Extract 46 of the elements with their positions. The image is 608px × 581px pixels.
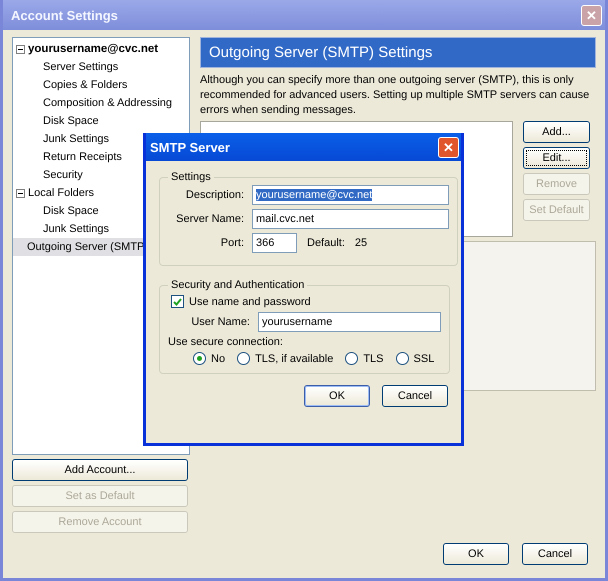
group-label: Settings (170, 171, 212, 183)
radio-label: TLS (363, 352, 384, 364)
tree-item[interactable]: Server Settings (13, 58, 189, 76)
radio-button[interactable] (237, 352, 250, 365)
group-label: Security and Authentication (170, 279, 306, 291)
radio-label: SSL (414, 352, 434, 364)
collapse-toggle[interactable] (16, 44, 25, 54)
radio-button[interactable] (396, 352, 409, 365)
text-field[interactable]: yourusername@cvc.net (252, 185, 449, 205)
field-label: User Name: (190, 316, 251, 328)
tree-item[interactable]: Composition & Addressing (13, 94, 189, 112)
radio-button[interactable] (345, 352, 358, 365)
button[interactable]: Edit... (523, 147, 590, 169)
radio-label: TLS, if available (255, 352, 334, 364)
dialog-title: SMTP Server (150, 140, 230, 154)
field-label: Server Name: (175, 213, 245, 225)
window-title: Account Settings (11, 8, 118, 22)
radio-dot-icon (197, 356, 202, 361)
panel-heading: Outgoing Server (SMTP) Settings (200, 37, 596, 68)
button[interactable]: OK (304, 385, 370, 407)
minus-icon (18, 192, 23, 194)
close-button[interactable]: ✕ (438, 136, 459, 158)
default-label: Default: (307, 237, 345, 249)
radio-button[interactable] (193, 352, 206, 365)
field-label: Port: (220, 237, 245, 249)
check-icon (173, 298, 182, 306)
panel-description: Although you can specify more than one outgoing server (SMTP), this is only recommended for advanced users. Setting up multiple SMTP servers can cause errors when sending messages. (200, 73, 590, 118)
checkbox-label: Use name and password (189, 296, 311, 308)
button[interactable]: Add... (523, 121, 590, 143)
port-field[interactable]: 366 (252, 233, 297, 253)
field-label: Description: (184, 189, 245, 201)
tree-item[interactable]: Copies & Folders (13, 76, 189, 94)
button[interactable]: OK (443, 543, 509, 565)
tree-item[interactable]: Disk Space (13, 112, 189, 130)
button[interactable]: Add Account... (12, 459, 188, 481)
secure-connection-label: Use secure connection: (168, 336, 283, 348)
minus-icon (18, 48, 23, 50)
collapse-toggle[interactable] (16, 188, 25, 198)
radio-label: No (211, 352, 226, 364)
button[interactable]: Cancel (382, 385, 448, 407)
text-field[interactable]: yourusername (258, 312, 441, 332)
button[interactable]: Cancel (522, 543, 588, 565)
default-port: 25 (354, 237, 368, 249)
checkbox[interactable] (171, 295, 184, 308)
text-field[interactable]: mail.cvc.net (252, 209, 449, 229)
tree-item[interactable]: yourusername@cvc.net (13, 40, 189, 58)
